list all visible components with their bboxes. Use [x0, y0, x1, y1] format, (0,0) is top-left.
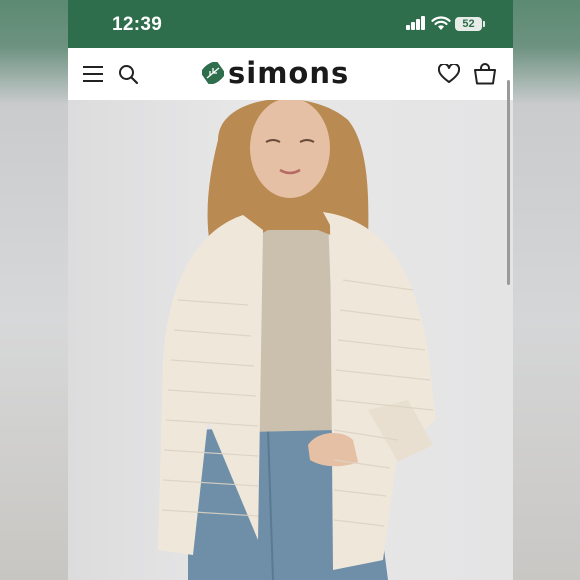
- blurred-background-right: [513, 0, 580, 580]
- logo-text: simons: [228, 56, 350, 90]
- scrollbar[interactable]: [507, 80, 510, 285]
- battery-tip: [483, 21, 485, 27]
- leaf-icon: [202, 62, 224, 84]
- phone-screen: 12:39 52 simons: [68, 0, 513, 580]
- product-hero-image[interactable]: [68, 100, 513, 580]
- shopping-bag-icon[interactable]: [473, 48, 497, 100]
- hand-shape: [308, 433, 358, 467]
- status-time: 12:39: [112, 14, 163, 35]
- status-bar: 12:39 52: [68, 0, 513, 48]
- simons-logo[interactable]: simons: [202, 56, 349, 90]
- top-navigation: simons: [68, 48, 513, 101]
- signal-icon: [406, 16, 426, 30]
- wifi-icon: [431, 16, 451, 30]
- blurred-background-left: [0, 0, 68, 580]
- search-icon[interactable]: [118, 48, 139, 100]
- battery-indicator: 52: [455, 17, 482, 31]
- heart-icon[interactable]: [438, 48, 460, 100]
- model-illustration: [158, 100, 436, 580]
- face-shape: [250, 100, 330, 198]
- cardigan-right: [323, 212, 436, 570]
- menu-icon[interactable]: [82, 48, 104, 100]
